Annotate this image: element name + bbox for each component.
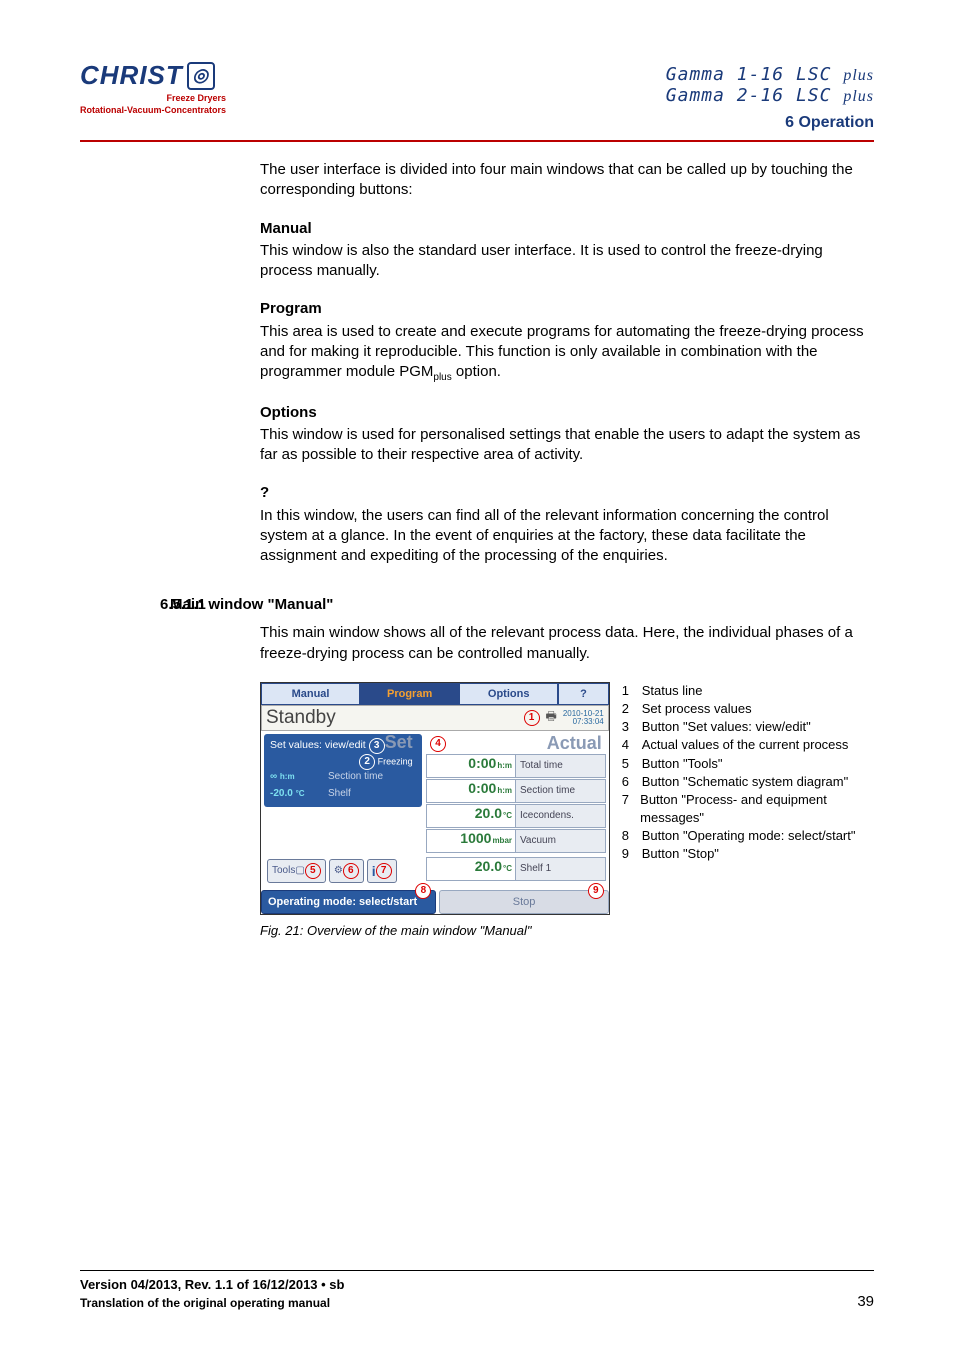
footer-version: Version 04/2013, Rev. 1.1 of 16/12/2013 …	[80, 1277, 344, 1292]
act-row-vacuum: 1000mbarVacuum	[426, 829, 606, 853]
page-number: 39	[857, 1293, 874, 1310]
subsection-text: This main window shows all of the releva…	[260, 623, 874, 664]
set-values-button[interactable]: Set values: view/edit 3Set 2 Freezing	[264, 734, 422, 768]
stop-button[interactable]: Stop9	[439, 890, 608, 914]
tools-button[interactable]: Tools▢5	[267, 859, 326, 883]
operating-mode-button[interactable]: Operating mode: select/start8	[261, 890, 436, 914]
swirl-icon: ◎	[187, 62, 215, 90]
program-text: This area is used to create and execute …	[260, 322, 874, 385]
options-text: This window is used for personalised set…	[260, 425, 874, 466]
footer-translation: Translation of the original operating ma…	[80, 1296, 344, 1310]
printer-icon: 🖶	[546, 707, 557, 728]
marker-1: 1	[524, 710, 540, 726]
status-line: Standby 1 🖶 2010-10-2107:33:04	[261, 705, 609, 731]
logo-text: CHRIST	[80, 60, 183, 91]
manual-text: This window is also the standard user in…	[260, 241, 874, 282]
manual-heading: Manual	[260, 219, 874, 239]
set-row-section-time: ∞ h:mSection time	[264, 768, 422, 785]
marker-9: 9	[588, 883, 604, 899]
marker-6: 6	[343, 863, 359, 879]
marker-5: 5	[305, 863, 321, 879]
divider	[80, 140, 874, 142]
screenshot-manual-window: Manual Program Options ? Standby 1 🖶 201…	[260, 682, 610, 915]
actual-label: Actual	[547, 733, 602, 754]
tab-program[interactable]: Program	[360, 683, 459, 705]
status-text: Standby	[266, 707, 524, 729]
marker-8: 8	[415, 883, 431, 899]
marker-7: 7	[376, 863, 392, 879]
act-row-section-time: 0:00h:mSection time	[426, 779, 606, 803]
brand-logo: CHRIST ◎ Freeze Dryers Rotational-Vacuum…	[80, 60, 226, 115]
messages-button[interactable]: i7	[367, 859, 397, 883]
help-text: In this window, the users can find all o…	[260, 506, 874, 567]
act-row-shelf1: 20.0°CShelf 1	[426, 857, 606, 881]
figure-legend: 1Status line 2Set process values 3Button…	[622, 682, 874, 915]
schematic-button[interactable]: ⚙6	[329, 859, 364, 883]
set-row-shelf: -20.0 °CShelf	[264, 785, 422, 807]
datetime: 2010-10-2107:33:04	[563, 710, 604, 726]
tab-options[interactable]: Options	[459, 683, 558, 705]
act-row-icecondens: 20.0°CIcecondens.	[426, 804, 606, 828]
figure-caption: Fig. 21: Overview of the main window "Ma…	[260, 923, 874, 938]
section-header: 6 Operation	[666, 114, 874, 132]
marker-4: 4	[430, 736, 446, 752]
tab-help[interactable]: ?	[558, 683, 609, 705]
marker-2: 2	[359, 754, 375, 770]
help-heading: ?	[260, 483, 874, 503]
subsection-number: 6.5.1.1	[160, 596, 206, 613]
tab-manual[interactable]: Manual	[261, 683, 360, 705]
intro-text: The user interface is divided into four …	[260, 160, 874, 201]
logo-sub1: Freeze Dryers	[80, 93, 226, 103]
header-model: Gamma 1-16 LSC plus Gamma 2-16 LSC plus …	[666, 64, 874, 132]
options-heading: Options	[260, 403, 874, 423]
act-row-total-time: 0:00h:mTotal time	[426, 754, 606, 778]
logo-sub2: Rotational-Vacuum-Concentrators	[80, 105, 226, 115]
program-heading: Program	[260, 299, 874, 319]
marker-3: 3	[369, 738, 385, 754]
